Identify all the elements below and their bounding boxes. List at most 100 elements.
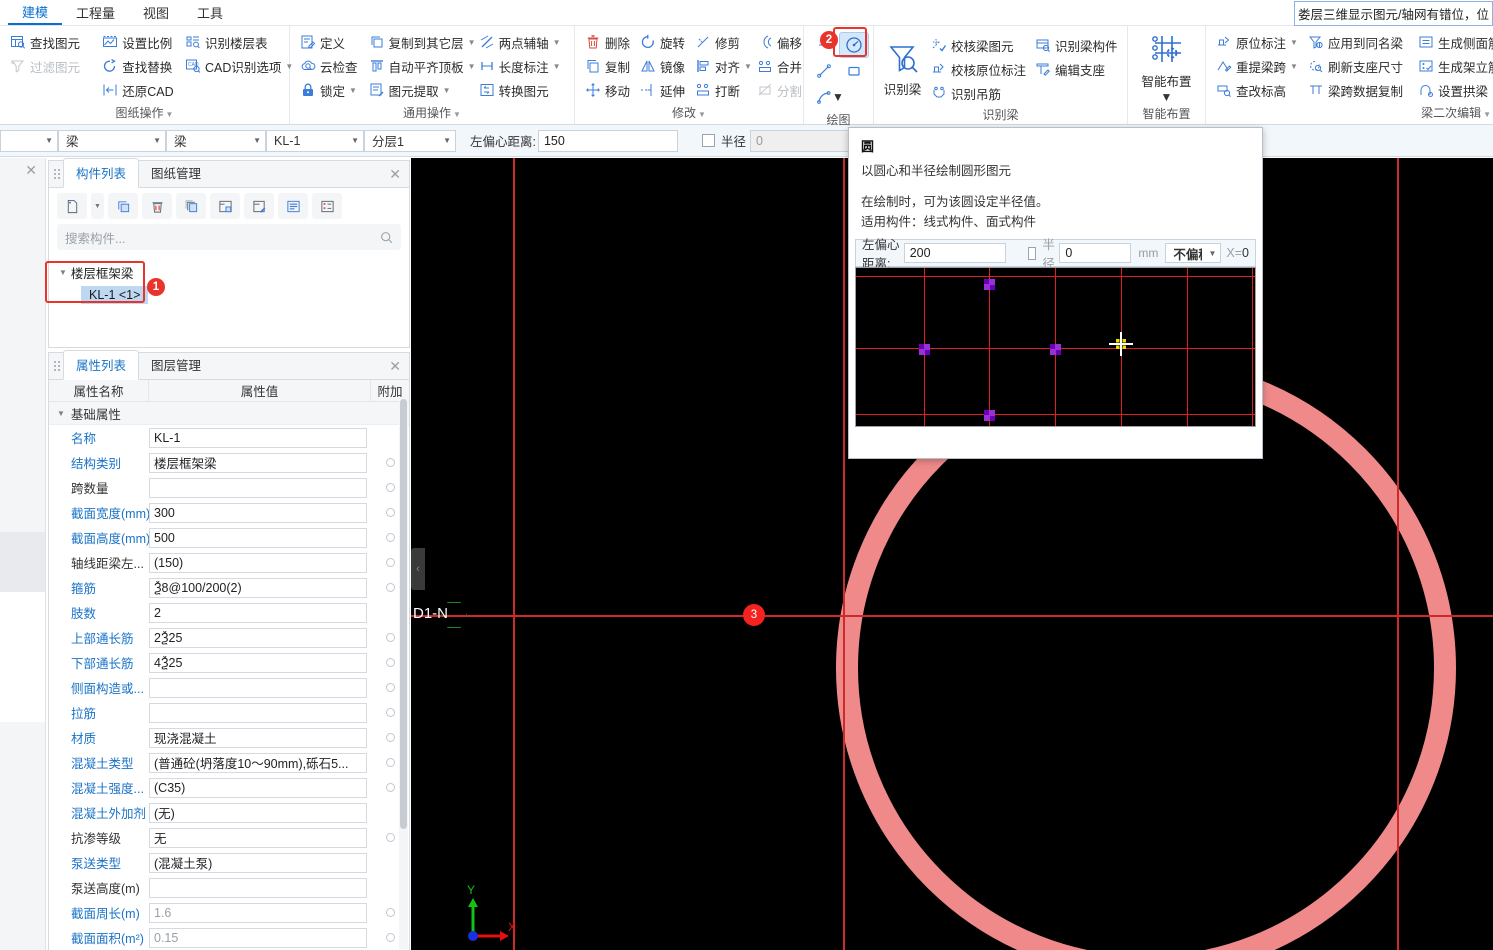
property-value-input[interactable] <box>149 727 367 748</box>
btn-convert-element[interactable]: 转换图元 <box>474 78 569 102</box>
search-input[interactable]: 搜索构件... <box>57 224 401 250</box>
property-value-input[interactable] <box>149 877 367 898</box>
btn-generate-side-bar[interactable]: 生成侧面筋 <box>1413 30 1493 54</box>
draw-tool-circle[interactable] <box>839 32 869 58</box>
property-value-input[interactable] <box>149 527 367 548</box>
property-scrollbar[interactable] <box>399 397 408 949</box>
tab-component-list[interactable]: 构件列表 <box>63 158 140 188</box>
tooltip-radius-checkbox[interactable] <box>1027 246 1037 260</box>
combo-layer[interactable]: 分层1 ▼ <box>364 129 456 152</box>
batch-copy-icon[interactable] <box>176 193 206 219</box>
property-value-input[interactable] <box>149 452 367 473</box>
copy-component-icon[interactable] <box>108 193 138 219</box>
tree-group-floor-frame-beam[interactable]: ▼ 楼层框架梁 <box>59 262 409 282</box>
attach-toggle-icon[interactable] <box>385 633 395 642</box>
delete-component-icon[interactable] <box>142 193 172 219</box>
menu-item-tools[interactable]: 工具 <box>183 1 237 24</box>
property-group-basic[interactable]: ▼ 基础属性 <box>49 402 409 425</box>
btn-span-data-copy[interactable]: 梁跨数据复制 <box>1303 78 1413 102</box>
property-value-input[interactable] <box>149 627 367 648</box>
btn-align[interactable]: 对齐 ▼ <box>690 54 752 78</box>
btn-move[interactable]: 移动 <box>580 78 635 102</box>
property-value-input[interactable] <box>149 852 367 873</box>
list-view-icon[interactable] <box>278 193 308 219</box>
btn-lock[interactable]: 锁定 ▼ <box>295 78 364 102</box>
btn-copy-to-other-floor[interactable]: 复制到其它层 ▼ <box>364 30 476 54</box>
btn-extend[interactable]: 延伸 <box>635 78 690 102</box>
combo-type[interactable]: 梁 ▼ <box>166 129 266 152</box>
new-component-icon[interactable] <box>57 193 87 219</box>
btn-refresh-support-size[interactable]: 刷新支座尺寸 <box>1303 54 1413 78</box>
btn-length-dimension[interactable]: 长度标注 ▼ <box>474 54 569 78</box>
close-icon[interactable]: ✕ <box>389 166 401 183</box>
property-value-input[interactable] <box>149 902 367 923</box>
attach-toggle-icon[interactable] <box>385 508 395 517</box>
btn-set-arch-beam[interactable]: 设置拱梁 ▼ <box>1413 78 1493 102</box>
btn-generate-erection-bar[interactable]: 生成架立筋 <box>1413 54 1493 78</box>
property-value-input[interactable] <box>149 677 367 698</box>
btn-trim[interactable]: 修剪 <box>690 30 752 54</box>
btn-copy[interactable]: 复制 <box>580 54 635 78</box>
edit-component-icon[interactable] <box>244 193 274 219</box>
property-value-input[interactable] <box>149 602 367 623</box>
btn-split[interactable]: 分割 <box>752 78 807 102</box>
property-value-input[interactable] <box>149 777 367 798</box>
draw-tool-rectangle[interactable] <box>839 58 869 84</box>
btn-re-extract-span[interactable]: 重提梁跨 ▼ <box>1211 54 1303 78</box>
property-value-input[interactable] <box>149 927 367 948</box>
menu-item-quantity[interactable]: 工程量 <box>62 1 129 24</box>
property-view-icon[interactable] <box>312 193 342 219</box>
tooltip-radius-input[interactable] <box>1059 243 1132 263</box>
btn-delete[interactable]: 删除 <box>580 30 635 54</box>
attach-toggle-icon[interactable] <box>385 558 395 567</box>
new-component-dropdown-icon[interactable]: ▼ <box>91 193 104 219</box>
btn-restore-cad[interactable]: 还原CAD <box>97 78 180 102</box>
property-value-input[interactable] <box>149 652 367 673</box>
property-value-input[interactable] <box>149 827 367 848</box>
drag-handle-icon[interactable] <box>49 352 63 379</box>
radius-checkbox[interactable] <box>701 134 715 147</box>
property-value-input[interactable] <box>149 802 367 823</box>
btn-check-beam-element[interactable]: 校核梁图元 <box>926 33 1030 57</box>
attach-toggle-icon[interactable] <box>385 683 395 692</box>
tab-drawing-management[interactable]: 图纸管理 <box>139 159 213 187</box>
property-value-input[interactable] <box>149 552 367 573</box>
attach-toggle-icon[interactable] <box>385 458 395 467</box>
btn-set-scale[interactable]: 设置比例 <box>97 30 180 54</box>
btn-define[interactable]: 定义 <box>295 30 364 54</box>
combo-category[interactable]: 梁 ▼ <box>58 129 166 152</box>
property-value-input[interactable] <box>149 427 367 448</box>
btn-cloud-check[interactable]: 云检查 <box>295 54 364 78</box>
btn-check-elevation[interactable]: 查改标高 <box>1211 78 1303 102</box>
tab-layer-management[interactable]: 图层管理 <box>139 351 213 379</box>
attach-toggle-icon[interactable] <box>385 833 395 842</box>
combo-blank[interactable]: ▼ <box>0 129 58 152</box>
btn-filter-element[interactable]: 过滤图元 <box>5 54 97 78</box>
draw-tool-line[interactable] <box>809 58 839 84</box>
tooltip-offset-mode-combo[interactable]: 不偏移▼ <box>1165 243 1222 263</box>
attach-toggle-icon[interactable] <box>385 933 395 942</box>
panel-collapse-toggle[interactable]: ‹ <box>411 548 425 590</box>
btn-merge[interactable]: 合并 <box>752 54 807 78</box>
property-value-input[interactable] <box>149 577 367 598</box>
menu-item-modeling[interactable]: 建模 <box>8 0 63 25</box>
close-icon[interactable]: ✕ <box>25 162 37 179</box>
attach-toggle-icon[interactable] <box>385 758 395 767</box>
btn-auto-align-top[interactable]: 自动平齐顶板 ▼ <box>364 54 476 78</box>
attach-toggle-icon[interactable] <box>385 658 395 667</box>
btn-rotate[interactable]: 旋转 <box>635 30 690 54</box>
btn-offset[interactable]: 偏移 <box>752 30 807 54</box>
attach-toggle-icon[interactable] <box>385 783 395 792</box>
menu-item-view[interactable]: 视图 <box>129 1 183 24</box>
close-icon[interactable]: ✕ <box>389 358 401 375</box>
btn-apply-same-name-beam[interactable]: 应用到同名梁 <box>1303 30 1413 54</box>
tab-property-list[interactable]: 属性列表 <box>63 350 140 380</box>
btn-identify-beam[interactable]: 识别梁 <box>879 30 926 105</box>
attach-toggle-icon[interactable] <box>385 908 395 917</box>
attach-toggle-icon[interactable] <box>385 533 395 542</box>
btn-cad-identify-options[interactable]: CAD CAD识别选项 ▼ <box>180 54 293 78</box>
property-value-input[interactable] <box>149 477 367 498</box>
property-value-input[interactable] <box>149 502 367 523</box>
btn-identify-floor-table[interactable]: 识别楼层表 <box>180 30 284 54</box>
btn-find-element[interactable]: 查找图元 <box>5 30 97 54</box>
